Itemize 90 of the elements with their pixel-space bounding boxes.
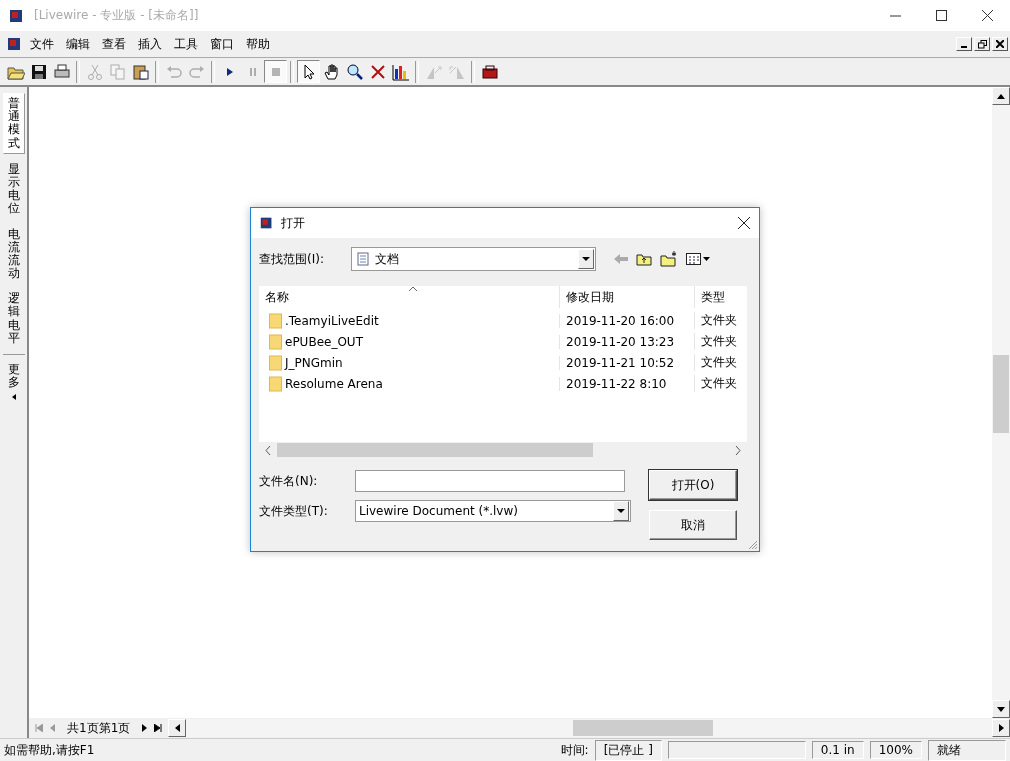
- minimize-button[interactable]: [956, 37, 972, 51]
- pointer-tool-button[interactable]: [297, 60, 320, 83]
- dropdown-caret-icon: [582, 257, 590, 261]
- look-in-dropdown[interactable]: 文档: [351, 247, 596, 271]
- save-icon: [29, 62, 48, 81]
- file-name[interactable]: J_PNGmin: [285, 355, 343, 370]
- close-icon: [996, 40, 1004, 48]
- time-label: 时间:: [560, 741, 589, 759]
- file-name[interactable]: ePUBee_OUT: [285, 334, 363, 349]
- mode-tab[interactable]: 普通模式: [2, 93, 25, 154]
- last-page-icon[interactable]: [154, 724, 163, 732]
- modified-date: 2019-11-20 16:00: [559, 313, 694, 328]
- modified-date: 2019-11-20 13:23: [559, 334, 694, 349]
- menu-item[interactable]: 插入: [132, 35, 168, 53]
- folder-icon: [269, 333, 282, 350]
- ready-status: 就绪: [928, 739, 1006, 761]
- close-button[interactable]: [992, 37, 1008, 51]
- mode-tab[interactable]: 逻辑电平: [2, 289, 25, 348]
- menu-item[interactable]: 工具: [168, 35, 204, 53]
- restore-icon: [977, 39, 987, 49]
- file-name[interactable]: .TeamyiLiveEdit: [285, 313, 379, 328]
- close-icon: [738, 217, 750, 229]
- column-header[interactable]: 修改日期: [559, 286, 694, 308]
- maximize-icon: [935, 10, 947, 21]
- zoom-icon: [345, 62, 364, 81]
- delete-icon: [368, 62, 387, 81]
- file-name-field[interactable]: [355, 470, 625, 492]
- view-menu-icon[interactable]: [686, 252, 710, 266]
- caret-icon: [11, 394, 16, 401]
- vertical-scrollbar[interactable]: [992, 87, 1010, 718]
- chart-icon: [391, 62, 410, 81]
- file-name[interactable]: Resolume Arena: [285, 376, 383, 391]
- next-page-icon[interactable]: [142, 724, 149, 732]
- horizontal-scrollbar[interactable]: [168, 719, 1010, 737]
- cancel-button[interactable]: 取消: [649, 510, 737, 540]
- file-type: 文件夹: [694, 354, 747, 371]
- cut-icon: [85, 62, 104, 81]
- scrollbar-thumb[interactable]: [573, 720, 713, 736]
- menu-item[interactable]: 查看: [96, 35, 132, 53]
- hand-icon: [322, 62, 341, 81]
- column-header[interactable]: 类型: [694, 286, 747, 308]
- stop-icon: [270, 66, 281, 77]
- scroll-up-icon[interactable]: [997, 93, 1005, 99]
- open-button[interactable]: 打开(O): [649, 470, 737, 500]
- mode-tab[interactable]: 显示电位: [2, 159, 25, 219]
- play-icon: [225, 66, 234, 77]
- menu-item[interactable]: 文件: [24, 35, 60, 53]
- file-type-label: 文件类型(T):: [259, 502, 329, 520]
- folder-icon: [269, 354, 282, 371]
- document-icon: [357, 252, 369, 266]
- toolbox-icon: [480, 62, 499, 81]
- close-icon: [981, 10, 993, 21]
- zoom-level: 100%: [869, 741, 922, 759]
- modified-date: 2019-11-22 8:10: [559, 376, 694, 391]
- menu-item[interactable]: 编辑: [60, 35, 96, 53]
- new-folder-icon[interactable]: [660, 251, 678, 267]
- menu-item[interactable]: 帮助: [240, 35, 276, 53]
- scrollbar-thumb[interactable]: [277, 443, 594, 457]
- folder-icon: [269, 312, 282, 329]
- up-folder-icon[interactable]: [636, 252, 652, 266]
- pause-icon: [248, 66, 257, 77]
- scroll-down-icon[interactable]: [997, 706, 1005, 712]
- mode-tab[interactable]: 电流流动: [2, 224, 25, 284]
- resize-grip-icon[interactable]: [748, 540, 758, 550]
- modified-date: 2019-11-21 10:52: [559, 355, 694, 370]
- file-type: 文件夹: [694, 312, 747, 329]
- page-count: 共1页第1页: [67, 719, 131, 737]
- copy-icon: [108, 62, 127, 81]
- sort-caret-icon: [409, 287, 417, 291]
- scrollbar-thumb[interactable]: [993, 354, 1009, 433]
- file-name-label: 文件名(N):: [259, 472, 319, 490]
- grid-size: 0.1 in: [811, 741, 864, 759]
- look-in-label: 查找范围(I):: [259, 250, 325, 268]
- restore-button[interactable]: [974, 37, 990, 51]
- file-type: 文件夹: [694, 333, 747, 350]
- dialog-title: 打开: [281, 214, 305, 232]
- folder-icon: [269, 375, 282, 392]
- status-help-text: 如需帮助,请按F1: [4, 741, 95, 759]
- window-title: [Livewire - 专业版 - [未命名]]: [34, 7, 199, 24]
- scroll-left-icon[interactable]: [174, 724, 180, 732]
- more-tab[interactable]: 更多: [2, 354, 25, 393]
- paste-icon: [131, 62, 150, 81]
- file-type-dropdown[interactable]: Livewire Document (*.lvw): [355, 500, 631, 522]
- file-type: 文件夹: [694, 375, 747, 392]
- scroll-right-icon[interactable]: [998, 724, 1004, 732]
- dropdown-caret-icon: [617, 509, 625, 513]
- print-icon: [52, 62, 71, 81]
- time-status: [已停止 ]: [594, 739, 662, 761]
- column-header[interactable]: 名称: [259, 286, 559, 308]
- menu-item[interactable]: 窗口: [204, 35, 240, 53]
